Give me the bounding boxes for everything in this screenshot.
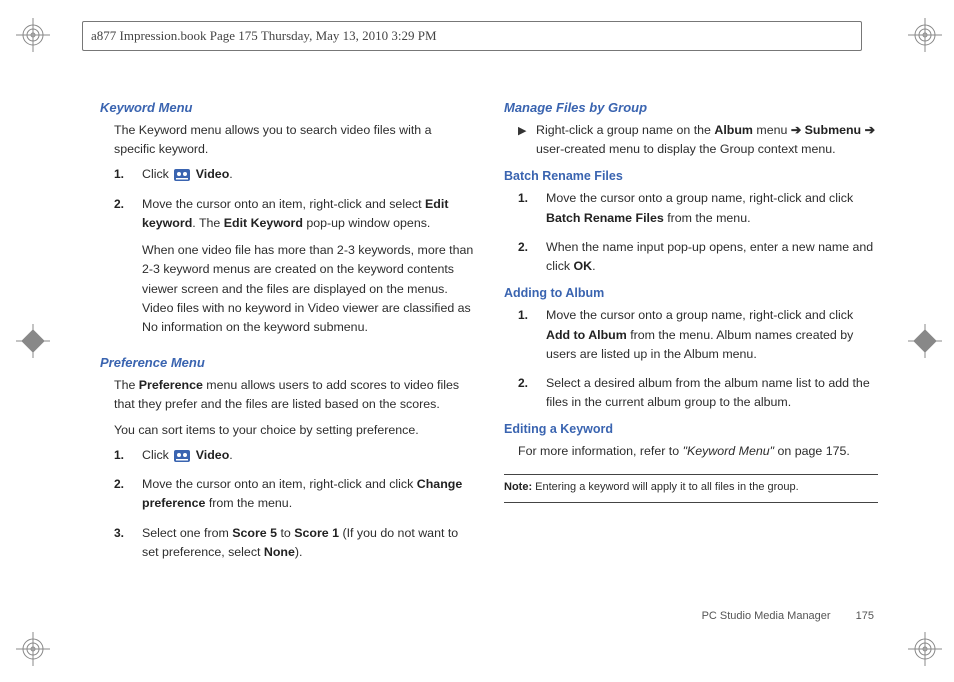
step-text: Move the cursor onto a group name, right… bbox=[546, 306, 878, 364]
step-text: Move the cursor onto an item, right-clic… bbox=[142, 195, 474, 346]
step-number: 2. bbox=[518, 238, 546, 276]
page: a877 Impression.book Page 175 Thursday, … bbox=[0, 0, 954, 682]
step-number: 1. bbox=[114, 165, 142, 184]
manage-instruction: ▶ Right-click a group name on the Album … bbox=[518, 121, 878, 159]
step-number: 3. bbox=[114, 524, 142, 562]
left-column: Keyword Menu The Keyword menu allows you… bbox=[100, 92, 474, 602]
triangle-bullet-icon: ▶ bbox=[518, 121, 536, 159]
heading-keyword-menu: Keyword Menu bbox=[100, 100, 474, 115]
cross-reference: "Keyword Menu" bbox=[683, 444, 774, 458]
list-item: 1. Click Video. bbox=[114, 165, 474, 184]
list-item: 2. When the name input pop-up opens, ent… bbox=[518, 238, 878, 276]
heading-adding-album: Adding to Album bbox=[504, 286, 878, 300]
step-number: 2. bbox=[114, 475, 142, 513]
step-text: Select a desired album from the album na… bbox=[546, 374, 878, 412]
note: Note: Entering a keyword will apply it t… bbox=[504, 479, 878, 496]
header-text: a877 Impression.book Page 175 Thursday, … bbox=[91, 28, 437, 44]
pref-intro-1: The Preference menu allows users to add … bbox=[114, 376, 474, 414]
content-columns: Keyword Menu The Keyword menu allows you… bbox=[100, 92, 878, 602]
editkw-text: For more information, refer to "Keyword … bbox=[518, 442, 878, 461]
step-number: 2. bbox=[114, 195, 142, 346]
crop-mark-icon bbox=[908, 632, 942, 666]
list-item: 1. Move the cursor onto a group name, ri… bbox=[518, 189, 878, 227]
crop-mark-icon bbox=[16, 324, 50, 358]
list-item: 1. Click Video. bbox=[114, 446, 474, 465]
crop-mark-icon bbox=[908, 324, 942, 358]
page-number: 175 bbox=[856, 610, 874, 622]
heading-manage-files: Manage Files by Group bbox=[504, 100, 878, 115]
heading-preference-menu: Preference Menu bbox=[100, 355, 474, 370]
step-text: Select one from Score 5 to Score 1 (If y… bbox=[142, 524, 474, 562]
list-item: 1. Move the cursor onto a group name, ri… bbox=[518, 306, 878, 364]
header-bar: a877 Impression.book Page 175 Thursday, … bbox=[82, 21, 862, 51]
note-rule bbox=[504, 474, 878, 475]
list-item: 2. Select a desired album from the album… bbox=[518, 374, 878, 412]
step-number: 1. bbox=[518, 306, 546, 364]
right-column: Manage Files by Group ▶ Right-click a gr… bbox=[504, 92, 878, 602]
crop-mark-icon bbox=[16, 632, 50, 666]
step-number: 1. bbox=[518, 189, 546, 227]
crop-mark-icon bbox=[16, 18, 50, 52]
keyword-steps: 1. Click Video. 2. Move the cursor onto … bbox=[114, 165, 474, 345]
pref-steps: 1. Click Video. 2. Move the cursor onto … bbox=[114, 446, 474, 562]
step-text: Move the cursor onto a group name, right… bbox=[546, 189, 878, 227]
list-item: 2. Move the cursor onto an item, right-c… bbox=[114, 195, 474, 346]
page-footer: PC Studio Media Manager 175 bbox=[702, 610, 874, 622]
addalbum-steps: 1. Move the cursor onto a group name, ri… bbox=[518, 306, 878, 412]
heading-editing-keyword: Editing a Keyword bbox=[504, 422, 878, 436]
list-item: 2. Move the cursor onto an item, right-c… bbox=[114, 475, 474, 513]
step-text: When the name input pop-up opens, enter … bbox=[546, 238, 878, 276]
arrow-right-icon: ➔ bbox=[791, 123, 801, 137]
step-text: Click Video. bbox=[142, 446, 474, 465]
crop-mark-icon bbox=[908, 18, 942, 52]
video-icon bbox=[174, 449, 190, 461]
step-number: 1. bbox=[114, 446, 142, 465]
step-text: Move the cursor onto an item, right-clic… bbox=[142, 475, 474, 513]
arrow-right-icon: ➔ bbox=[865, 123, 875, 137]
step-text: Click Video. bbox=[142, 165, 474, 184]
note-rule bbox=[504, 502, 878, 503]
step-number: 2. bbox=[518, 374, 546, 412]
list-item: 3. Select one from Score 5 to Score 1 (I… bbox=[114, 524, 474, 562]
video-icon bbox=[174, 168, 190, 180]
heading-batch-rename: Batch Rename Files bbox=[504, 169, 878, 183]
footer-section: PC Studio Media Manager bbox=[702, 610, 831, 622]
batch-steps: 1. Move the cursor onto a group name, ri… bbox=[518, 189, 878, 276]
keyword-intro: The Keyword menu allows you to search vi… bbox=[114, 121, 474, 159]
pref-intro-2: You can sort items to your choice by set… bbox=[114, 421, 474, 440]
